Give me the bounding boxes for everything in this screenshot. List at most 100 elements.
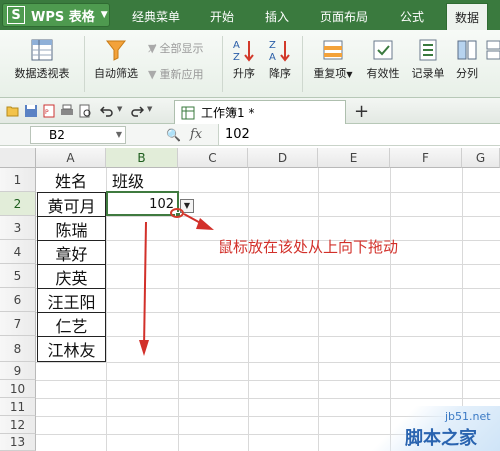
record-list-icon (419, 39, 437, 61)
menu-bar: S WPS 表格 ▼ 经典菜单 开始 插入 页面布局 公式 数据 (0, 0, 500, 30)
tab-formulas[interactable]: 公式 (400, 8, 424, 25)
sort-ascending-button[interactable]: A Z 升序 (228, 38, 260, 81)
chevron-down-icon: ▼ (100, 10, 108, 20)
fx-icon[interactable]: fx (190, 127, 202, 142)
name-box[interactable]: B2 ▼ (30, 126, 126, 144)
document-tab[interactable]: 工作簿1 * (174, 100, 346, 124)
row-header-9[interactable]: 9 (0, 362, 36, 380)
validation-icon (373, 40, 393, 60)
cell-a6[interactable]: 汪王阳 (37, 288, 106, 313)
clear-filter-icon: ▼̸ (148, 41, 157, 55)
cell-b1[interactable]: 班级 (106, 168, 150, 192)
record-list-button[interactable]: 记录单 (408, 38, 448, 81)
row-header-4[interactable]: 4 (0, 240, 36, 264)
cell-a3[interactable]: 陈瑞 (37, 216, 106, 241)
watermark-site-name: 脚本之家 (405, 428, 477, 449)
open-folder-icon[interactable] (6, 104, 20, 118)
row-header-7[interactable]: 7 (0, 312, 36, 336)
sort-ascending-icon: A Z (233, 40, 254, 62)
redo-dropdown-icon[interactable]: ▼ (147, 105, 152, 113)
cell-a8[interactable]: 江林友 (37, 336, 106, 362)
validation-button[interactable]: 有效性 (362, 38, 404, 81)
cell-a2[interactable]: 黄可月 (37, 192, 106, 217)
row-header-5[interactable]: 5 (0, 264, 36, 288)
duplicates-button[interactable]: 重复项▼ (308, 38, 358, 81)
tab-data[interactable]: 数据 (446, 3, 489, 30)
ribbon-divider (84, 36, 85, 92)
wps-app-menu-button[interactable]: S WPS 表格 ▼ (2, 3, 110, 27)
row-header-1[interactable]: 1 (0, 168, 36, 192)
auto-filter-label: 自动筛选 (94, 67, 138, 80)
tab-insert[interactable]: 插入 (265, 8, 289, 25)
chevron-down-icon[interactable]: ▼ (116, 127, 122, 143)
reapply-button[interactable]: ▼ 重新应用 (148, 66, 203, 82)
annotation-text: 鼠标放在该处从上向下拖动 (218, 238, 399, 256)
watermark-url: jb51.net (445, 410, 491, 423)
row-header-8[interactable]: 8 (0, 336, 36, 362)
svg-text:Z: Z (269, 40, 276, 51)
formula-input[interactable]: 102 (218, 124, 500, 145)
sort-descending-label: 降序 (269, 67, 291, 80)
row-header-12[interactable]: 12 (0, 416, 36, 434)
row-header-6[interactable]: 6 (0, 288, 36, 312)
more-icon (486, 40, 500, 60)
tab-home[interactable]: 开始 (210, 8, 234, 25)
column-header-a[interactable]: A (36, 148, 106, 168)
show-all-button[interactable]: ▼̸ 全部显示 (148, 40, 203, 56)
filter-funnel-icon (105, 40, 127, 61)
reapply-label: 重新应用 (159, 68, 204, 81)
redo-icon[interactable] (130, 104, 144, 118)
tab-page-layout[interactable]: 页面布局 (320, 8, 368, 25)
sort-descending-button[interactable]: Z A 降序 (264, 38, 296, 81)
reapply-filter-icon: ▼ (148, 67, 157, 81)
print-preview-icon[interactable] (78, 104, 92, 118)
gridline (318, 168, 319, 451)
column-header-d[interactable]: D (248, 148, 318, 168)
svg-text:A: A (233, 40, 240, 51)
quick-access-toolbar: P ▼ ▼ 工作簿1 * + (0, 98, 500, 124)
row-header-2[interactable]: 2 (0, 192, 36, 216)
chevron-down-icon: ▼ (346, 70, 353, 79)
split-column-label: 分列 (456, 67, 478, 80)
cell-a4[interactable]: 章好 (37, 240, 106, 265)
column-header-g[interactable]: G (462, 148, 500, 168)
name-box-value: B2 (49, 128, 65, 142)
spreadsheet-file-icon (181, 106, 195, 119)
pivot-table-button[interactable]: 数据透视表 (10, 38, 74, 81)
sort-ascending-label: 升序 (233, 67, 255, 80)
save-icon[interactable] (24, 104, 38, 118)
zoom-search-icon[interactable]: 🔍 (166, 128, 181, 142)
print-icon[interactable] (60, 104, 74, 118)
column-header-c[interactable]: C (178, 148, 248, 168)
column-header-f[interactable]: F (390, 148, 462, 168)
row-header-11[interactable]: 11 (0, 398, 36, 416)
undo-dropdown-icon[interactable]: ▼ (117, 105, 122, 113)
undo-icon[interactable] (100, 104, 114, 118)
show-all-label: 全部显示 (159, 42, 204, 55)
more-ribbon-button[interactable] (486, 38, 500, 65)
cell-a5[interactable]: 庆英 (37, 264, 106, 289)
fill-handle-highlight-circle (170, 208, 184, 218)
column-header-e[interactable]: E (318, 148, 390, 168)
cell-a1[interactable]: 姓名 (36, 168, 106, 192)
tab-classic-menu[interactable]: 经典菜单 (132, 8, 180, 25)
ribbon-divider (302, 36, 303, 92)
document-tab-title: 工作簿1 * (201, 106, 255, 120)
column-header-b[interactable]: B (106, 148, 178, 168)
row-header-13[interactable]: 13 (0, 434, 36, 451)
export-pdf-icon[interactable]: P (42, 104, 56, 118)
formula-bar: B2 ▼ 🔍 fx 102 (0, 124, 500, 146)
gridline (248, 168, 249, 451)
validation-label: 有效性 (366, 67, 400, 80)
pivot-table-icon (31, 39, 53, 61)
auto-filter-button[interactable]: 自动筛选 (90, 38, 142, 81)
svg-text:P: P (45, 109, 49, 116)
row-header-3[interactable]: 3 (0, 216, 36, 240)
pivot-table-label: 数据透视表 (14, 67, 70, 80)
split-column-button[interactable]: 分列 (452, 38, 482, 81)
row-header-10[interactable]: 10 (0, 380, 36, 398)
select-all-corner[interactable] (0, 148, 36, 168)
ribbon-divider (222, 36, 223, 92)
cell-a7[interactable]: 仁艺 (37, 312, 106, 337)
new-tab-button[interactable]: + (354, 101, 369, 122)
